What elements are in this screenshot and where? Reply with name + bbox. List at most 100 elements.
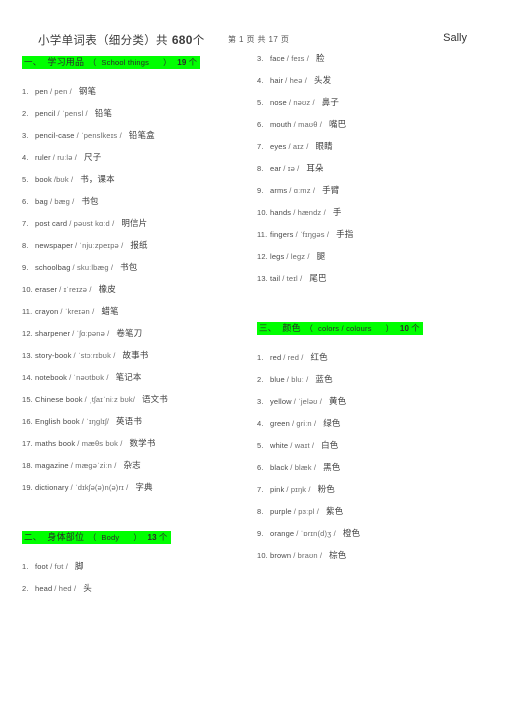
document-title-text: 小学单词表（细分类）共 (38, 35, 168, 47)
section-header-school-things: 一、 学习用品（School things） 19 个 (22, 56, 201, 69)
section-title-cn: 颜色 (282, 323, 301, 333)
entry-phonetic: / waɪt / (290, 441, 315, 450)
entry-word: fingers (270, 230, 294, 239)
entry-translation: 铅笔 (94, 108, 113, 118)
word-entry: 10. brown / braʊn / 棕色 (257, 549, 487, 561)
entry-translation: 卷笔刀 (116, 328, 143, 338)
entry-translation: 头发 (314, 75, 332, 85)
entry-phonetic: / ˈnəʊtbʊk / (69, 373, 109, 382)
entry-phonetic: / ˈɒrɪn(d)ʒ / (296, 529, 336, 538)
entry-word: English book (35, 417, 80, 426)
word-entry: 12. sharpener / ˈʃɑːpənə / 卷笔刀 (22, 327, 252, 339)
entry-number: 13. (257, 274, 268, 283)
word-entry: 10. eraser / ɪˈreɪzə / 橡皮 (22, 283, 252, 295)
word-entry: 6. black / blæk / 黑色 (257, 461, 487, 473)
entry-phonetic: / blæk / (290, 463, 317, 472)
entry-number: 8. (22, 241, 29, 250)
entry-word: magazine (35, 461, 69, 470)
section-colors: 三、 颜色（ colors / colours ） 10 个 1. red / red / 红色… (257, 318, 487, 561)
word-entry: 9. orange / ˈɒrɪn(d)ʒ / 橙色 (257, 527, 487, 539)
word-entry: 4. hair / heə / 头发 (257, 74, 487, 86)
entry-number: 7. (257, 142, 264, 151)
entry-translation: 眼睛 (315, 141, 333, 151)
entry-translation: 铅笔盒 (128, 130, 155, 140)
entry-phonetic: /bʊk / (53, 175, 74, 184)
entry-phonetic: / feɪs / (286, 54, 309, 63)
entry-word: tail (270, 274, 281, 283)
section-title-en: colors / colours (318, 324, 372, 333)
entry-translation: 书包 (120, 262, 138, 272)
word-entry: 1. foot / fʊt / 脚 (22, 560, 252, 572)
entry-word: schoolbag (35, 263, 71, 272)
entry-word: foot (35, 562, 49, 571)
word-entry: 2. blue / bluː / 蓝色 (257, 373, 487, 385)
entry-number: 10. (257, 551, 268, 560)
entry-number: 1. (22, 562, 29, 571)
entry-translation: 报纸 (130, 240, 148, 250)
word-entry: 16. English book / ˈɪŋglɪʃ/英语书 (22, 415, 252, 427)
entry-number: 5. (257, 98, 264, 107)
word-entry: 5. white / waɪt / 白色 (257, 439, 487, 451)
entry-word: nose (270, 98, 287, 107)
entry-translation: 语文书 (142, 394, 168, 404)
entry-phonetic: / heə / (285, 76, 308, 85)
document-page: 小学单词表（细分类）共 680个 第 1 页 共 17 页 Sally 一、 学习用… (0, 0, 505, 714)
entry-number: 17. (22, 439, 33, 448)
entry-phonetic: / ˈɪŋglɪʃ/ (81, 417, 110, 426)
entry-number: 2. (22, 584, 29, 593)
entry-phonetic: / maʊθ / (293, 120, 322, 129)
entry-number: 14. (22, 373, 33, 382)
entry-phonetic: / bæg / (49, 197, 75, 206)
word-entry: 9. schoolbag / skuːlbæg / 书包 (22, 261, 252, 273)
entry-translation: 粉色 (317, 484, 335, 494)
entry-number: 7. (257, 485, 264, 494)
word-entry: 8. purple / pɜːpl / 紫色 (257, 505, 487, 517)
entry-translation: 手臂 (322, 185, 340, 195)
word-entry: 12. legs / legz / 腿 (257, 250, 487, 262)
entry-number: 9. (257, 529, 264, 538)
entry-word: hands (270, 208, 292, 217)
entry-phonetic: / ˈpenslkeɪs / (76, 131, 122, 140)
entry-word: arms (270, 186, 288, 195)
section-count: 13 (147, 533, 157, 542)
entry-word: white (270, 441, 289, 450)
section-title-en: School things (101, 58, 150, 67)
entry-word: sharpener (35, 329, 71, 338)
entry-number: 13. (22, 351, 33, 360)
word-entry: 13. story-book / ˈstɔːrɪbʊk / 故事书 (22, 349, 252, 361)
word-entry: 8. newspaper / ˈnjuːzpeɪpə / 报纸 (22, 239, 252, 251)
section-title-cn: 身体部位 (47, 532, 85, 542)
word-entry: 8. ear / ɪə / 耳朵 (257, 162, 487, 174)
entry-translation: 笔记本 (115, 372, 142, 382)
entry-word: maths book (35, 439, 76, 448)
entry-phonetic: / teɪl / (282, 274, 303, 283)
entry-translation: 字典 (135, 482, 153, 492)
entry-word: eraser (35, 285, 58, 294)
entry-number: 11. (257, 230, 268, 239)
word-list-school-things: 1. pen / pen / 钢笔 2. pencil / ˈpensl / 铅笔 3. pe… (22, 85, 252, 493)
entry-word: black (270, 463, 289, 472)
section-title-en: Body (101, 533, 120, 542)
entry-translation: 故事书 (122, 350, 149, 360)
entry-number: 5. (257, 441, 264, 450)
entry-number: 1. (22, 87, 29, 96)
word-entry: 15. Chinese book / ˌtʃaɪˈniːz bʊk/语文书 (22, 393, 252, 405)
word-entry: 2. head / hed / 头 (22, 582, 252, 594)
entry-word: red (270, 353, 282, 362)
word-entry: 4. ruler / ruːlə / 尺子 (22, 151, 252, 163)
entry-word: hair (270, 76, 284, 85)
word-entry: 6. mouth / maʊθ / 嘴巴 (257, 118, 487, 130)
section-body: 二、 身体部位（Body） 13 个 1. foot / fʊt / 脚 2. head / h… (22, 527, 252, 594)
word-entry: 5. book/bʊk / 书，课本 (22, 173, 252, 185)
entry-translation: 腿 (316, 251, 326, 261)
entry-translation: 蓝色 (315, 374, 333, 384)
entry-translation: 脸 (316, 53, 325, 63)
entry-phonetic: / mægəˈziːn / (70, 461, 117, 470)
section-title-cn: 学习用品 (47, 57, 85, 67)
entry-word: legs (270, 252, 285, 261)
entry-number: 3. (257, 397, 264, 406)
word-list-body-left: 1. foot / fʊt / 脚 2. head / hed / 头 (22, 560, 252, 594)
entry-number: 12. (22, 329, 33, 338)
word-entry: 6. bag / bæg / 书包 (22, 195, 252, 207)
word-entry: 2. pencil / ˈpensl / 铅笔 (22, 107, 252, 119)
